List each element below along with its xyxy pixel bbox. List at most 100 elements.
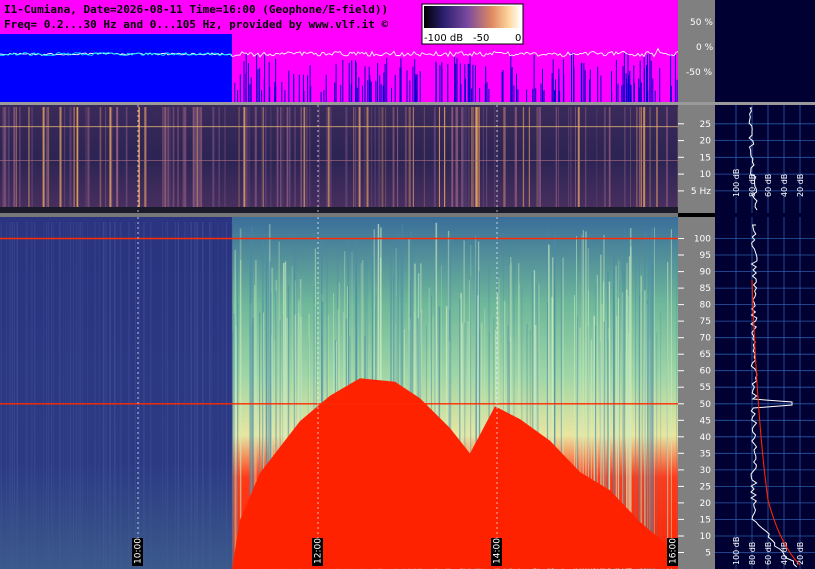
- high-noise: [9, 222, 11, 569]
- high-ytick-label: 55: [700, 383, 711, 393]
- high-noise: [42, 222, 44, 569]
- waveform-burst: [600, 75, 602, 102]
- high-noise: [143, 222, 145, 569]
- high-noise: [120, 222, 122, 569]
- low-burst: [303, 107, 305, 207]
- high-noise: [174, 222, 176, 569]
- waveform-burst: [540, 83, 542, 102]
- low-burst: [465, 107, 467, 207]
- high-noise: [51, 222, 53, 569]
- high-noise: [105, 222, 106, 569]
- waveform-burst: [419, 71, 421, 102]
- high-burst: [656, 332, 658, 569]
- high-noise: [210, 222, 212, 569]
- waveform-burst: [237, 90, 239, 102]
- low-burst: [198, 107, 202, 207]
- low-burst: [243, 107, 246, 207]
- high-noise: [16, 222, 18, 569]
- low-burst: [444, 107, 446, 207]
- spectrum-db-label: 60 dB: [764, 542, 773, 565]
- low-burst: [643, 107, 646, 207]
- waveform-burst: [583, 63, 585, 102]
- waveform-burst: [375, 80, 377, 102]
- high-noise: [87, 222, 89, 569]
- waveform-burst: [406, 70, 408, 102]
- spectrum-db-label: 100 dB: [732, 169, 741, 197]
- low-burst: [624, 107, 626, 207]
- colorbar: -100 dB -50 0: [421, 3, 524, 45]
- low-burst: [2, 107, 5, 207]
- low-burst: [516, 107, 517, 207]
- high-ytick-label: 50: [700, 400, 712, 410]
- waveform-burst: [293, 78, 295, 102]
- waveform-burst: [441, 68, 443, 102]
- waveform-burst: [256, 53, 258, 102]
- low-burst: [381, 107, 384, 207]
- low-burst: [385, 107, 387, 207]
- waveform-burst: [362, 85, 364, 102]
- waveform-burst: [259, 67, 261, 102]
- low-ytick-label: 20: [700, 137, 712, 147]
- low-burst: [170, 107, 171, 207]
- high-noise: [75, 222, 77, 569]
- waveform-burst: [617, 83, 619, 102]
- waveform-burst: [469, 56, 471, 102]
- high-noise: [78, 222, 80, 569]
- high-noise: [48, 222, 49, 569]
- high-noise: [69, 222, 71, 569]
- high-noise: [128, 222, 130, 569]
- high-noise: [98, 222, 100, 569]
- low-burst: [475, 107, 478, 207]
- high-noise: [105, 222, 107, 569]
- low-burst: [568, 107, 569, 207]
- high-noise: [53, 222, 54, 569]
- low-burst: [656, 107, 658, 207]
- low-burst: [73, 107, 75, 207]
- low-burst: [569, 107, 572, 207]
- waveform-burst: [626, 78, 627, 102]
- low-burst: [603, 107, 606, 207]
- high-burst: [234, 250, 236, 569]
- waveform-burst: [654, 90, 656, 102]
- high-noise: [119, 222, 121, 569]
- high-noise: [34, 222, 35, 569]
- waveform-burst: [486, 82, 488, 102]
- low-burst: [218, 107, 220, 207]
- high-burst: [667, 262, 669, 569]
- low-burst: [280, 107, 282, 207]
- high-burst: [670, 229, 672, 569]
- low-burst: [19, 107, 21, 207]
- high-ytick-label: 85: [700, 284, 711, 294]
- low-burst: [177, 107, 179, 207]
- low-burst: [318, 107, 320, 207]
- high-noise: [129, 222, 131, 569]
- waveform-burst: [355, 62, 357, 102]
- high-noise: [138, 222, 140, 569]
- waveform-burst: [553, 90, 555, 102]
- waveform-burst: [268, 62, 270, 102]
- waveform-burst: [323, 90, 325, 102]
- high-noise: [178, 222, 179, 569]
- waveform-burst: [615, 60, 617, 102]
- waveform-burst: [435, 61, 437, 102]
- waveform-burst: [348, 62, 350, 102]
- high-noise: [27, 222, 28, 569]
- waveform-burst: [513, 85, 515, 102]
- waveform-burst: [367, 80, 369, 102]
- high-noise: [25, 222, 27, 569]
- low-burst: [42, 107, 45, 207]
- low-burst: [276, 107, 278, 207]
- waveform-burst: [302, 74, 304, 102]
- low-burst: [473, 107, 474, 207]
- waveform-burst: [250, 77, 252, 102]
- waveform-burst: [535, 88, 537, 102]
- high-ytick-label: 35: [700, 449, 711, 459]
- low-burst: [639, 107, 641, 207]
- low-burst: [374, 107, 376, 207]
- low-burst: [536, 107, 538, 207]
- waveform-burst: [533, 54, 535, 102]
- low-burst: [305, 107, 308, 207]
- high-burst: [676, 233, 678, 569]
- spectrogram-low-panel: 25 20 15 10 5 Hz: [0, 105, 715, 213]
- low-burst: [528, 107, 530, 207]
